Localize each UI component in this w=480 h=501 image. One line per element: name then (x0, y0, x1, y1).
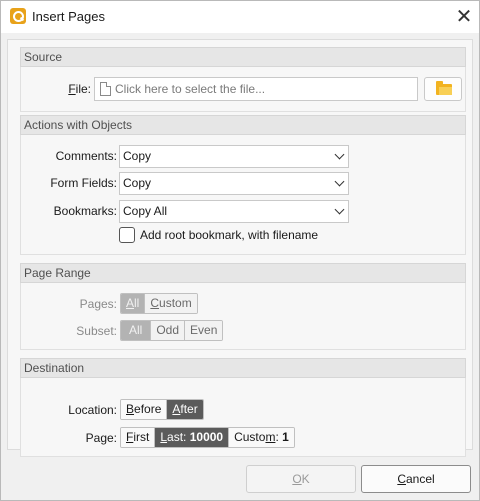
comments-label: Comments: (55, 149, 117, 163)
page-custom-option[interactable]: Custom: 1 (228, 428, 294, 447)
subset-segmented: All Odd Even (120, 320, 224, 341)
page-range-header: Page Range (20, 263, 466, 283)
location-after-option[interactable]: After (166, 400, 203, 419)
insert-pages-dialog: Insert Pages ✕ Source File: Click here t… (0, 0, 480, 501)
file-select-field[interactable]: Click here to select the file... (94, 77, 418, 101)
file-placeholder: Click here to select the file... (115, 82, 266, 96)
location-label: Location: (68, 403, 117, 417)
comments-value: Copy (123, 149, 152, 163)
document-icon (100, 82, 111, 96)
form-fields-select[interactable]: Copy (119, 172, 349, 195)
source-header: Source (20, 47, 466, 67)
actions-header: Actions with Objects (20, 115, 466, 135)
pages-segmented: All Custom (120, 293, 198, 314)
app-logo-icon (10, 8, 26, 24)
actions-group: Actions with Objects Comments: Copy Form… (20, 115, 466, 255)
chevron-down-icon (334, 176, 345, 187)
subset-label: Subset: (76, 324, 117, 338)
location-segmented: Before After (120, 399, 204, 420)
page-last-option[interactable]: Last: 10000 (154, 428, 229, 447)
browse-folder-button[interactable] (424, 77, 462, 101)
root-bookmark-checkbox[interactable] (119, 227, 135, 243)
title-bar: Insert Pages ✕ (1, 1, 479, 33)
location-before-option[interactable]: Before (121, 400, 167, 419)
page-range-body: Pages: All Custom Subset: All Odd Even (20, 283, 466, 350)
source-body: File: Click here to select the file... (20, 67, 466, 112)
actions-body: Comments: Copy Form Fields: Copy Bookmar… (20, 135, 466, 255)
bookmarks-label: Bookmarks: (53, 204, 117, 218)
pages-all-option[interactable]: All (121, 294, 145, 313)
form-fields-value: Copy (123, 176, 152, 190)
cancel-button[interactable]: Cancel (361, 465, 471, 493)
page-range-group: Page Range Pages: All Custom Subset: All… (20, 263, 466, 350)
folder-open-icon (436, 81, 452, 95)
source-group: Source File: Click here to select the fi… (20, 47, 466, 112)
subset-odd-option[interactable]: Odd (150, 321, 185, 340)
page-segmented: First Last: 10000 Custom: 1 (120, 427, 295, 448)
destination-group: Destination Location: Before After Page:… (20, 358, 466, 457)
root-bookmark-label: Add root bookmark, with filename (140, 228, 319, 242)
bookmarks-value: Copy All (123, 204, 168, 218)
close-icon[interactable]: ✕ (453, 6, 475, 28)
page-last-value: 10000 (189, 430, 224, 444)
pages-custom-option[interactable]: Custom (144, 294, 197, 313)
destination-body: Location: Before After Page: First Last:… (20, 378, 466, 457)
destination-header: Destination (20, 358, 466, 378)
file-label: File: (68, 82, 91, 96)
dialog-content: Source File: Click here to select the fi… (7, 39, 473, 457)
ok-button[interactable]: OK (246, 465, 356, 493)
page-custom-value: 1 (282, 430, 289, 444)
subset-even-option[interactable]: Even (184, 321, 223, 340)
chevron-down-icon (334, 204, 345, 215)
subset-all-option[interactable]: All (121, 321, 151, 340)
bookmarks-select[interactable]: Copy All (119, 200, 349, 223)
chevron-down-icon (334, 149, 345, 160)
page-label: Page: (85, 431, 117, 445)
window-title: Insert Pages (32, 9, 105, 24)
pages-label: Pages: (79, 297, 117, 311)
page-first-option[interactable]: First (121, 428, 155, 447)
comments-select[interactable]: Copy (119, 145, 349, 168)
form-fields-label: Form Fields: (50, 176, 117, 190)
